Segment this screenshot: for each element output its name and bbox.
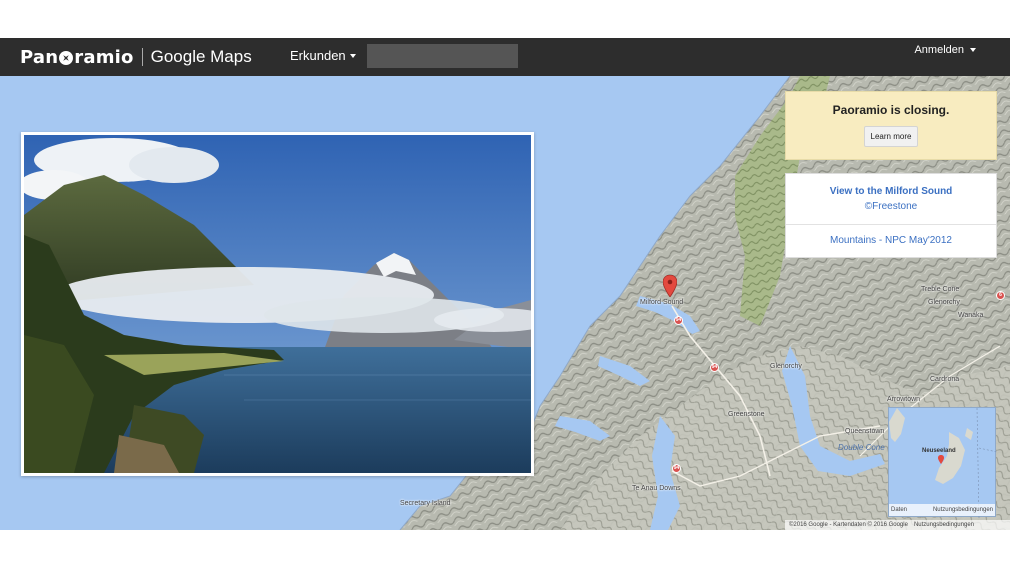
photo-author-link[interactable]: ©Freestone <box>786 201 996 212</box>
brand-subtitle: Google Maps <box>150 47 252 66</box>
place-label: Arrowtown <box>887 396 921 403</box>
overview-map-inset[interactable]: Neuseeland Daten Nutzungsbedingungen <box>888 407 998 519</box>
info-divider <box>786 224 996 225</box>
road-number-badge: 94 <box>672 464 681 473</box>
photo-title-link[interactable]: View to the Milford Sound <box>786 186 996 197</box>
overview-map-graphic <box>889 407 998 519</box>
login-label: Anmelden <box>914 44 964 56</box>
login-menu[interactable]: Anmelden <box>914 44 976 56</box>
place-label: Greenstone <box>728 411 765 418</box>
place-label: Milford Sound <box>640 299 684 306</box>
brand-logo[interactable]: Pan ramio Google Maps <box>20 46 252 68</box>
brand-separator <box>141 48 143 66</box>
explore-menu[interactable]: Erkunden <box>290 48 356 63</box>
photo-group-link[interactable]: Mountains - NPC May'2012 <box>786 235 996 246</box>
inset-footer: Daten Nutzungsbedingungen <box>889 504 995 516</box>
road-number-badge: 94 <box>710 363 719 372</box>
chevron-down-icon <box>349 53 356 58</box>
place-label: Glenorchy <box>928 299 960 306</box>
search-input[interactable] <box>367 44 518 68</box>
place-label: Cardrona <box>930 376 960 383</box>
inset-country-label: Neuseeland <box>922 448 956 454</box>
map-canvas[interactable]: Milford Sound Glenorchy Greenstone Queen… <box>0 76 1010 530</box>
milford-sound-photo <box>24 135 531 473</box>
closing-message: Paoramio is closing. <box>832 103 950 117</box>
map-copyright: ©2016 Google - Kartendaten © 2016 Google <box>789 522 908 528</box>
place-label: Queenstown <box>845 428 885 435</box>
panoramio-logo: Pan ramio <box>20 46 134 68</box>
place-label: Te Anau Downs <box>632 485 681 492</box>
map-attribution: ©2016 Google - Kartendaten © 2016 Google… <box>785 520 1010 530</box>
road-number-badge: 6 <box>996 291 1005 300</box>
inset-terms-link[interactable]: Nutzungsbedingungen <box>933 507 993 513</box>
inset-data-link[interactable]: Daten <box>891 507 907 513</box>
location-pin-icon[interactable] <box>663 275 677 297</box>
place-label: Glenorchy <box>770 363 802 370</box>
place-label: Treble Cone <box>921 286 960 293</box>
learn-more-button[interactable]: Learn more <box>863 126 919 147</box>
chevron-down-icon <box>970 48 976 52</box>
panoramio-page: Panramio Google Maps Erkunden Anmelden <box>0 0 1010 568</box>
page-footer-space <box>0 530 1010 568</box>
terms-link[interactable]: Nutzungsbedingungen <box>914 522 974 528</box>
photo-info-panel: View to the Milford Sound ©Freestone Mou… <box>785 173 997 258</box>
road-number-badge: 94 <box>674 316 683 325</box>
water-label: Double Cone <box>838 443 885 452</box>
photo-preview[interactable] <box>21 132 534 476</box>
top-navigation-bar: Pan ramio Google Maps Erkunden Anmelden <box>0 38 1010 76</box>
place-label: Wanaka <box>958 312 984 319</box>
place-label: Secretary Island <box>400 500 451 507</box>
closing-notice: Paoramio is closing. Learn more <box>785 91 997 160</box>
explore-label: Erkunden <box>290 48 346 63</box>
